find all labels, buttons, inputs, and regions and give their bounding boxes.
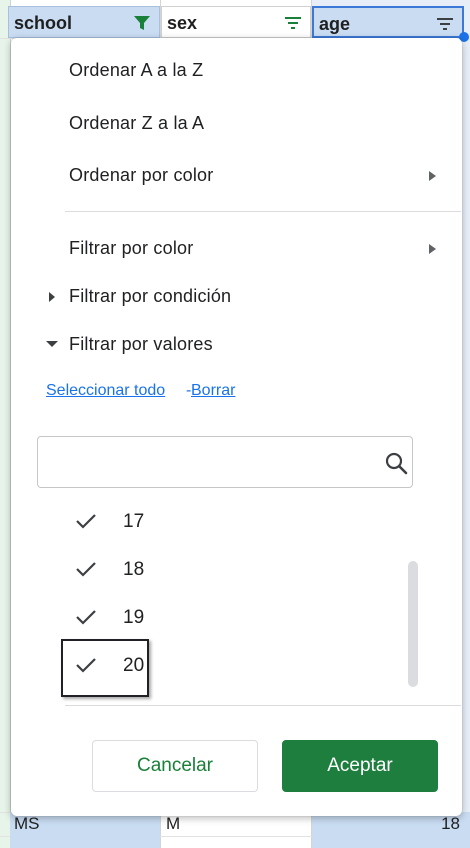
menu-item-filter-color[interactable]: Filtrar por color <box>69 238 193 259</box>
filter-active-icon[interactable] <box>133 15 151 31</box>
value-item[interactable]: 18 <box>61 550 301 590</box>
menu-item-sort-za[interactable]: Ordenar Z a la A <box>69 113 204 134</box>
header-label: age <box>319 14 351 34</box>
header-cell-age[interactable]: age <box>312 6 464 38</box>
filter-icon[interactable] <box>436 16 454 32</box>
cell-sex[interactable]: M <box>166 814 180 836</box>
menu-divider <box>65 211 461 212</box>
search-input[interactable] <box>46 449 370 477</box>
search-icon[interactable] <box>384 451 408 475</box>
values-scrollbar[interactable] <box>408 561 418 687</box>
submenu-arrow-icon <box>429 171 436 181</box>
value-label: 18 <box>123 559 145 580</box>
ok-button[interactable]: Aceptar <box>282 740 438 792</box>
focus-outline <box>61 639 149 697</box>
filter-menu-panel: Ordenar A a la Z Ordenar Z a la A Ordena… <box>11 38 462 816</box>
collapse-down-icon[interactable] <box>46 341 58 347</box>
menu-item-filter-condition[interactable]: Filtrar por condición <box>69 286 231 307</box>
expand-right-icon[interactable] <box>49 292 55 302</box>
menu-item-sort-az[interactable]: Ordenar A a la Z <box>69 60 203 81</box>
cell-age[interactable]: 18 <box>420 814 460 836</box>
column-a-band <box>0 0 11 848</box>
cell-school[interactable]: MS <box>14 814 40 836</box>
cancel-button[interactable]: Cancelar <box>92 740 258 792</box>
value-item[interactable]: 19 <box>61 598 301 638</box>
clear-link[interactable]: Borrar <box>191 382 235 400</box>
value-label: 19 <box>123 607 145 628</box>
check-icon <box>76 514 96 529</box>
header-cell-school[interactable]: school <box>8 6 160 38</box>
check-icon <box>76 610 96 625</box>
value-item[interactable]: 17 <box>61 502 301 542</box>
header-cell-sex[interactable]: sex <box>161 6 311 38</box>
menu-divider <box>65 705 461 706</box>
value-label: 17 <box>123 511 145 532</box>
submenu-arrow-icon <box>429 244 436 254</box>
check-icon <box>76 562 96 577</box>
filter-icon[interactable] <box>284 15 302 31</box>
header-label: sex <box>167 13 198 33</box>
menu-item-filter-values[interactable]: Filtrar por valores <box>69 334 213 355</box>
search-field[interactable] <box>37 436 413 488</box>
header-label: school <box>14 13 73 33</box>
select-all-link[interactable]: Seleccionar todo <box>46 382 165 400</box>
menu-item-sort-color[interactable]: Ordenar por color <box>69 165 213 186</box>
